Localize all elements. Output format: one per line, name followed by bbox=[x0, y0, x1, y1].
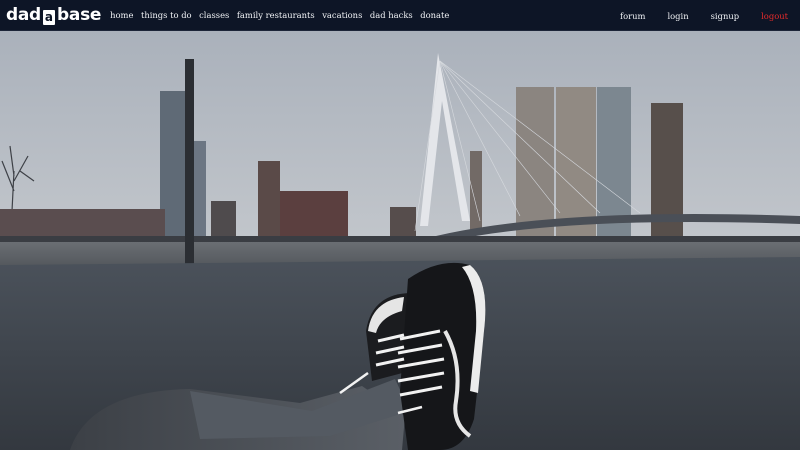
top-navigation-bar: dad a base home things to do classes fam… bbox=[0, 0, 800, 31]
nav-link-donate[interactable]: donate bbox=[420, 10, 449, 20]
nav-link-dad-hacks[interactable]: dad hacks bbox=[370, 10, 413, 20]
logo-text-a: a bbox=[42, 9, 56, 25]
hero-photo-illustration bbox=[0, 31, 800, 450]
site-logo[interactable]: dad a base bbox=[6, 4, 101, 26]
nav-link-family-restaurants[interactable]: family restaurants bbox=[237, 10, 315, 20]
main-menu: home things to do classes family restaur… bbox=[110, 10, 457, 20]
nav-link-vacations[interactable]: vacations bbox=[322, 10, 362, 20]
logo-text-base: base bbox=[57, 4, 102, 25]
nav-link-login[interactable]: login bbox=[667, 11, 688, 21]
nav-link-forum[interactable]: forum bbox=[620, 11, 645, 21]
nav-link-home[interactable]: home bbox=[110, 10, 133, 20]
logo-text-dad: dad bbox=[6, 4, 41, 25]
nav-link-logout[interactable]: logout bbox=[761, 11, 788, 21]
nav-link-things-to-do[interactable]: things to do bbox=[141, 10, 192, 20]
lamp-post bbox=[185, 59, 194, 282]
account-menu: forum login signup logout bbox=[598, 0, 788, 31]
nav-link-classes[interactable]: classes bbox=[199, 10, 229, 20]
far-quay bbox=[0, 236, 800, 242]
nav-link-signup[interactable]: signup bbox=[711, 11, 740, 21]
hero-image bbox=[0, 31, 800, 450]
